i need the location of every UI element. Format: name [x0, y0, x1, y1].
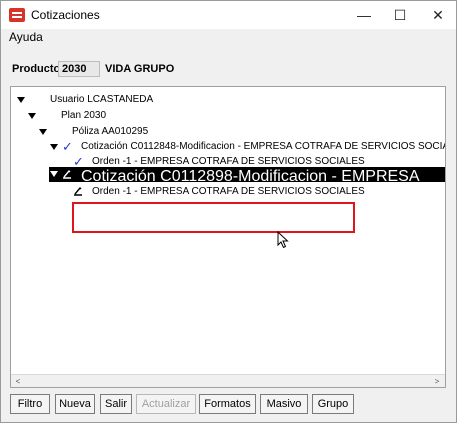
filtro-button[interactable]: Filtro: [10, 394, 50, 414]
expand-triangle-icon[interactable]: [50, 144, 58, 150]
scroll-right-icon[interactable]: >: [431, 376, 443, 387]
expand-triangle-icon[interactable]: [39, 129, 47, 135]
tree-node-label: Cotización C0112848-Modificacion - EMPRE…: [81, 141, 446, 152]
tree-node-label: Usuario LCASTANEDA: [50, 94, 154, 105]
check-icon: ✓: [62, 139, 73, 154]
tree-node-plan[interactable]: Plan 2030: [11, 109, 441, 123]
document-icon: [74, 186, 82, 196]
tree-node-label: Orden -1 - EMPRESA COTRAFA DE SERVICIOS …: [92, 156, 365, 167]
grupo-button[interactable]: Grupo: [312, 394, 354, 414]
masivo-button[interactable]: Masivo: [260, 394, 308, 414]
horizontal-scrollbar[interactable]: < >: [11, 374, 445, 387]
close-button[interactable]: ✕: [420, 1, 456, 29]
menu-ayuda[interactable]: Ayuda: [9, 30, 43, 44]
scroll-left-icon[interactable]: <: [12, 376, 24, 387]
product-name: VIDA GRUPO: [105, 63, 175, 75]
menu-bar: Ayuda: [1, 29, 456, 46]
annotation-highlight-box: [72, 202, 355, 233]
tree-node-cotizacion-selected[interactable]: Cotización C0112898-Modificacion - EMPRE…: [49, 167, 445, 203]
expand-triangle-icon[interactable]: [50, 171, 58, 177]
expand-triangle-icon[interactable]: [28, 113, 36, 119]
product-label: Producto: [12, 63, 61, 75]
tree-node-orden[interactable]: Orden -1 - EMPRESA COTRAFA DE SERVICIOS …: [11, 185, 445, 199]
tree-node-label: Plan 2030: [61, 110, 107, 121]
mouse-cursor-icon: [277, 231, 289, 249]
cotizaciones-tree[interactable]: Usuario LCASTANEDA Plan 2030 Póliza AA01…: [10, 86, 446, 388]
nueva-button[interactable]: Nueva: [55, 394, 95, 414]
tree-node-label: Póliza AA010295: [72, 126, 149, 137]
tree-node-usuario[interactable]: Usuario LCASTANEDA: [11, 93, 441, 107]
tree-node-poliza[interactable]: Póliza AA010295: [11, 125, 441, 139]
app-icon: [9, 8, 25, 22]
minimize-button[interactable]: —: [346, 1, 382, 29]
document-icon: [63, 169, 71, 179]
cotizaciones-window: Cotizaciones — ☐ ✕ Ayuda Producto 2030 V…: [0, 0, 457, 423]
salir-button[interactable]: Salir: [100, 394, 132, 414]
expand-triangle-icon[interactable]: [17, 97, 25, 103]
actualizar-button[interactable]: Actualizar: [136, 394, 196, 414]
window-title: Cotizaciones: [31, 8, 100, 22]
tree-node-cotizacion[interactable]: ✓ Cotización C0112848-Modificacion - EMP…: [11, 139, 446, 154]
title-bar: Cotizaciones — ☐ ✕: [1, 1, 456, 29]
tree-node-label: Orden -1 - EMPRESA COTRAFA DE SERVICIOS …: [92, 186, 365, 197]
formatos-button[interactable]: Formatos: [199, 394, 256, 414]
product-code-field[interactable]: 2030: [58, 61, 100, 77]
maximize-button[interactable]: ☐: [382, 1, 418, 29]
